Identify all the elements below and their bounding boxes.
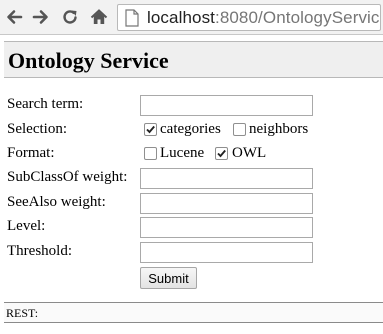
- search-term-label: Search term:: [7, 96, 84, 112]
- url-host: localhost: [147, 7, 215, 27]
- reload-icon: [63, 10, 77, 24]
- neighbors-checkbox[interactable]: [233, 123, 246, 136]
- reload-button[interactable]: [59, 6, 81, 28]
- page-title: Ontology Service: [8, 48, 169, 73]
- home-button[interactable]: [88, 6, 110, 28]
- checkmark-icon: [146, 125, 155, 134]
- url-path: :8080/OntologyService/: [215, 7, 380, 27]
- selection-label: Selection:: [7, 121, 67, 137]
- page-content: Ontology Service Search term: Selection:…: [0, 35, 383, 334]
- threshold-label: Threshold:: [7, 243, 72, 259]
- back-arrow-icon: [7, 10, 23, 24]
- rest-footer: REST:: [4, 302, 383, 323]
- seealso-weight-input[interactable]: [140, 193, 313, 214]
- forward-arrow-icon: [32, 10, 48, 24]
- neighbors-label: neighbors: [249, 121, 309, 137]
- subclassof-weight-input[interactable]: [140, 168, 313, 189]
- browser-toolbar: localhost:8080/OntologyService/: [0, 0, 383, 35]
- owl-checkbox[interactable]: [215, 147, 228, 160]
- subclassof-weight-label: SubClassOf weight:: [7, 169, 128, 185]
- lucene-checkbox[interactable]: [144, 147, 157, 160]
- address-url: localhost:8080/OntologyService/: [147, 8, 380, 28]
- back-button[interactable]: [3, 6, 25, 28]
- page-icon: [125, 8, 139, 27]
- search-term-input[interactable]: [140, 95, 313, 116]
- title-bar: Ontology Service: [4, 41, 383, 78]
- home-icon: [90, 9, 108, 24]
- level-input[interactable]: [140, 217, 313, 238]
- seealso-weight-label: SeeAlso weight:: [7, 194, 106, 210]
- forward-button[interactable]: [30, 6, 52, 28]
- lucene-label: Lucene: [160, 145, 205, 161]
- categories-label: categories: [160, 121, 221, 137]
- submit-button[interactable]: Submit: [140, 267, 197, 289]
- format-label: Format:: [7, 145, 55, 161]
- checkmark-icon: [217, 149, 226, 158]
- address-bar[interactable]: localhost:8080/OntologyService/: [117, 4, 381, 31]
- rest-label: REST:: [6, 306, 39, 320]
- categories-checkbox[interactable]: [144, 123, 157, 136]
- threshold-input[interactable]: [140, 242, 313, 263]
- owl-label: OWL: [232, 145, 267, 161]
- level-label: Level:: [7, 218, 46, 234]
